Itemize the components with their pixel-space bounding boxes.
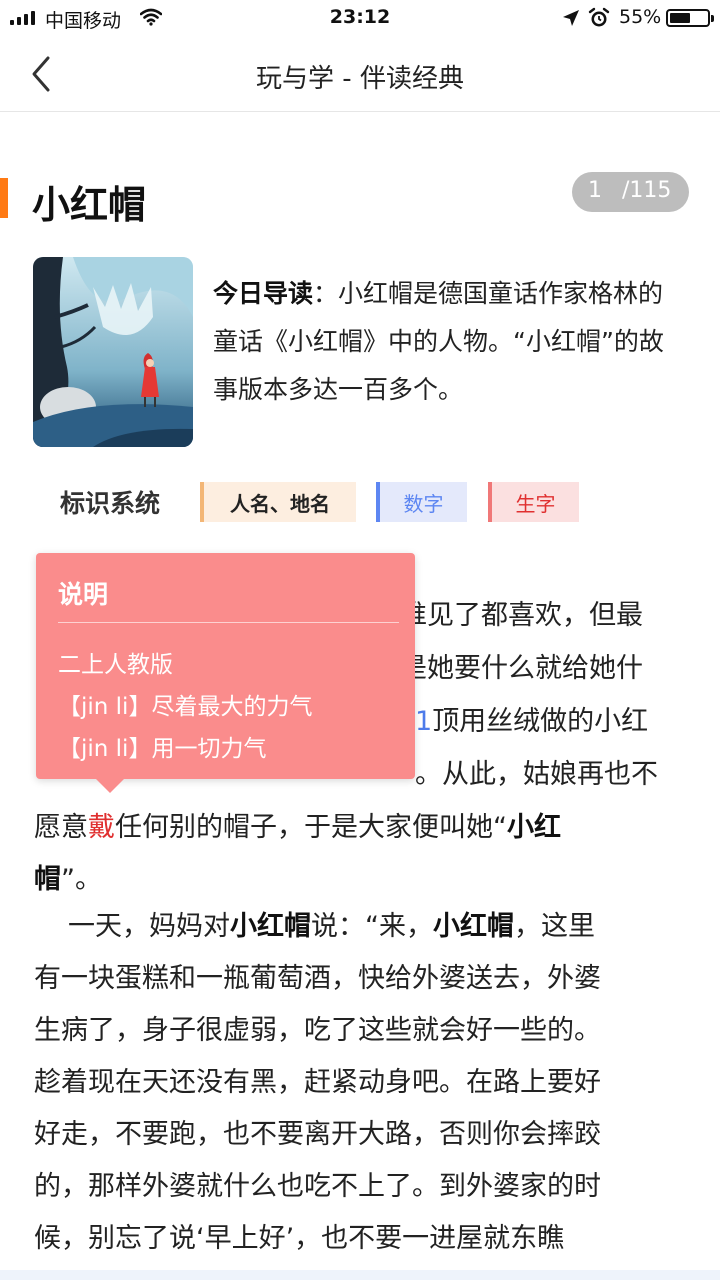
story-title: 小红帽: [32, 183, 147, 227]
legend-label: 标识系统: [60, 489, 161, 518]
story-line: 谁见了都喜欢，但最: [400, 600, 643, 631]
status-bar: 中国移动 23:12 55%: [0, 0, 720, 36]
cover-illustration[interactable]: [33, 257, 193, 447]
bottom-strip: [0, 1270, 720, 1280]
intro-text: 今日导读：小红帽是德国童话作家格林的童话《小红帽》中的人物。“小红帽”的故事版本…: [213, 270, 683, 414]
status-time: 23:12: [329, 6, 391, 28]
name-mark[interactable]: 小红: [507, 812, 561, 843]
intro-label: 今日导读: [213, 279, 314, 308]
page-title: 玩与学 - 伴读经典: [256, 64, 464, 94]
story-line: 。从此，姑娘再也不: [415, 759, 658, 790]
story-line: 有一块蛋糕和一瓶葡萄酒，快给外婆送去，外婆: [34, 963, 601, 994]
number-mark[interactable]: 1: [415, 706, 432, 737]
popup-line: 二上人教版: [58, 652, 173, 678]
navigation-bar: 玩与学 - 伴读经典: [0, 36, 720, 112]
battery-icon: [666, 9, 714, 27]
name-mark[interactable]: 帽: [34, 864, 61, 895]
popup-line: 【jin li】尽着最大的力气: [58, 694, 313, 720]
new-character-mark[interactable]: 戴: [88, 812, 115, 843]
legend-tag-names[interactable]: 人名、地名: [200, 482, 356, 522]
story-line: 愿意戴任何别的帽子，于是大家便叫她“小红: [34, 812, 561, 843]
story-line: 一天，妈妈对小红帽说：“来，小红帽，这里: [68, 911, 595, 942]
explanation-popup[interactable]: 说明 二上人教版 【jin li】尽着最大的力气 【jin li】用一切力气: [36, 553, 415, 779]
popup-line: 【jin li】用一切力气: [58, 736, 267, 762]
name-mark[interactable]: 小红帽: [433, 911, 514, 942]
story-line: 生病了，身子很虚弱，吃了这些就会好一些的。: [34, 1015, 601, 1046]
story-line: 的，那样外婆就什么也吃不上了。到外婆家的时: [34, 1171, 601, 1202]
battery-percent: 55%: [619, 6, 662, 28]
title-accent-bar: [0, 178, 8, 218]
story-line: 帽”。: [34, 864, 102, 895]
story-line: 1顶用丝绒做的小红: [415, 706, 649, 737]
legend-tag-numbers[interactable]: 数字: [376, 482, 467, 522]
page-current: 1: [588, 178, 602, 203]
popup-title: 说明: [58, 580, 109, 609]
location-arrow-icon: [563, 10, 579, 26]
page-total: /115: [622, 178, 672, 203]
popup-divider: [58, 622, 399, 623]
page-indicator[interactable]: 1 /115: [572, 172, 689, 212]
legend-tag-new-characters[interactable]: 生字: [488, 482, 579, 522]
story-line: 是她要什么就给她什: [400, 653, 643, 684]
story-line: 候，别忘了说‘早上好’，也不要一进屋就东瞧: [34, 1223, 565, 1254]
name-mark[interactable]: 小红帽: [230, 911, 311, 942]
story-line: 好走，不要跑，也不要离开大路，否则你会摔跤: [34, 1119, 601, 1150]
story-line: 趁着现在天还没有黑，赶紧动身吧。在路上要好: [34, 1067, 601, 1098]
alarm-icon: [588, 7, 610, 27]
popup-arrow: [96, 779, 124, 793]
